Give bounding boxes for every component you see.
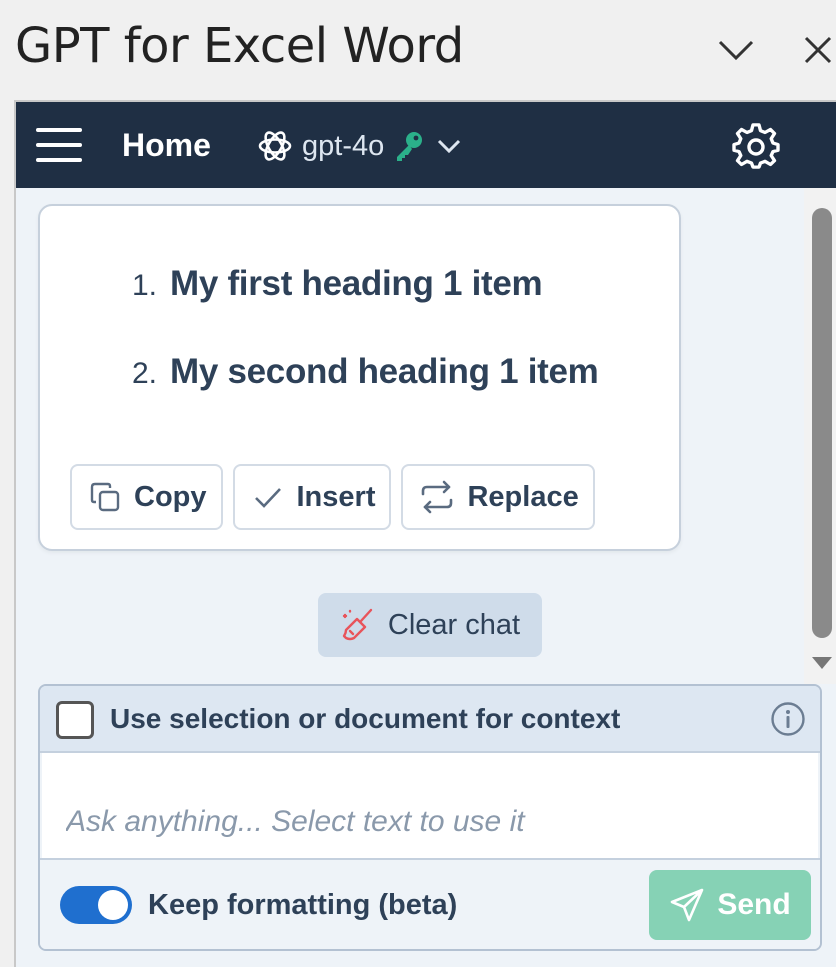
assistant-message-card: 1. My first heading 1 item 2. My second … [38, 204, 681, 551]
insert-button-label: Insert [296, 480, 376, 513]
info-icon[interactable] [770, 701, 806, 737]
pane-options-button[interactable] [714, 28, 758, 72]
send-button-label: Send [717, 888, 791, 921]
menu-icon-line [36, 158, 82, 162]
copy-button-label: Copy [134, 480, 207, 513]
addin-frame: Home gpt-4o 1. My first heading 1 item 2… [14, 100, 836, 967]
list-item-number: 2. [132, 357, 158, 390]
model-selector[interactable]: gpt-4o [256, 124, 464, 168]
model-name: gpt-4o [302, 129, 385, 162]
replace-icon [422, 480, 453, 514]
gear-icon [732, 123, 780, 169]
prompt-input[interactable] [42, 753, 818, 858]
replace-button-label: Replace [467, 480, 579, 513]
top-nav-bar: Home gpt-4o [16, 102, 836, 188]
chat-composer: Use selection or document for context Ke… [38, 684, 822, 951]
chevron-down-icon [718, 40, 754, 61]
key-icon [397, 132, 423, 161]
openai-icon [258, 131, 292, 161]
list-item-text: My first heading 1 item [170, 264, 543, 303]
scroll-down-arrow-icon[interactable] [812, 657, 832, 669]
nav-home-title: Home [122, 127, 211, 163]
context-bar: Use selection or document for context [40, 686, 820, 753]
menu-button[interactable] [36, 126, 82, 164]
replace-button[interactable]: Replace [401, 464, 595, 530]
toggle-knob [98, 890, 128, 920]
list-item: 2. My second heading 1 item [132, 352, 599, 440]
menu-icon-line [36, 128, 82, 132]
clear-chat-button[interactable]: Clear chat [318, 593, 542, 657]
list-item-text: My second heading 1 item [170, 352, 599, 391]
vertical-scrollbar[interactable] [804, 188, 836, 684]
task-pane-header: GPT for Excel Word [0, 0, 836, 100]
message-actions: Copy Insert Replace [70, 464, 595, 530]
copy-button[interactable]: Copy [70, 464, 223, 530]
send-button[interactable]: Send [649, 870, 811, 940]
pane-close-button[interactable] [796, 28, 836, 72]
close-icon [804, 36, 832, 64]
list-item-number: 1. [132, 269, 158, 302]
use-context-label[interactable]: Use selection or document for context [110, 703, 620, 735]
insert-button[interactable]: Insert [232, 464, 392, 530]
chevron-down-icon [438, 139, 461, 154]
check-icon [254, 488, 281, 508]
broom-icon [342, 608, 373, 641]
send-icon [671, 888, 704, 922]
settings-button[interactable] [732, 123, 780, 171]
scrollbar-thumb[interactable] [812, 208, 832, 638]
list-item: 1. My first heading 1 item [132, 264, 598, 352]
task-pane-title: GPT for Excel Word [15, 18, 464, 74]
message-list: 1. My first heading 1 item 2. My second … [132, 264, 599, 440]
clear-chat-label: Clear chat [387, 608, 521, 641]
use-context-checkbox[interactable] [56, 701, 94, 739]
keep-formatting-toggle[interactable] [60, 886, 132, 924]
copy-icon [90, 482, 120, 512]
composer-footer: Keep formatting (beta) Send [40, 858, 820, 949]
keep-formatting-label: Keep formatting (beta) [148, 889, 458, 921]
chat-scroll-area[interactable]: 1. My first heading 1 item 2. My second … [16, 188, 836, 684]
menu-icon-line [36, 143, 82, 147]
